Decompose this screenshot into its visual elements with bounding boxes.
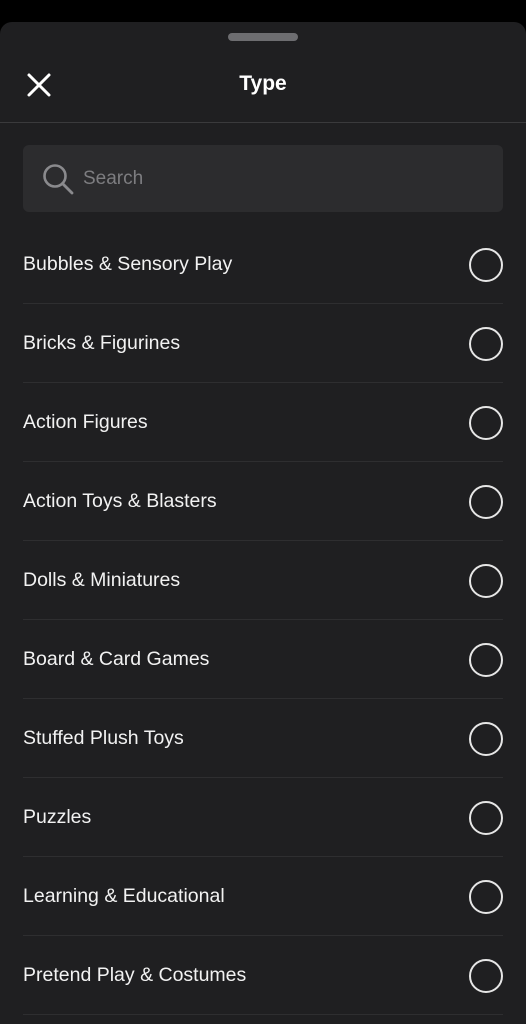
option-label: Puzzles: [23, 806, 92, 828]
option-label: Learning & Educational: [23, 885, 225, 907]
list-item[interactable]: Pretend Play & Costumes: [23, 936, 503, 1015]
list-item[interactable]: Stuffed Plush Toys: [23, 699, 503, 778]
radio-button[interactable]: [469, 406, 503, 440]
option-label: Action Figures: [23, 411, 148, 433]
search-icon: [43, 164, 74, 195]
radio-button[interactable]: [469, 959, 503, 993]
list-item[interactable]: Action Figures: [23, 383, 503, 462]
option-label: Stuffed Plush Toys: [23, 727, 184, 749]
drag-handle[interactable]: [228, 33, 298, 41]
option-label: Board & Card Games: [23, 648, 210, 670]
option-label: Bricks & Figurines: [23, 332, 181, 354]
type-options-list: Bubbles & Sensory Play Bricks & Figurine…: [23, 225, 503, 1015]
sheet-title: Type: [239, 72, 287, 95]
radio-button[interactable]: [469, 643, 503, 677]
list-item[interactable]: Action Toys & Blasters: [23, 462, 503, 541]
list-item[interactable]: Learning & Educational: [23, 857, 503, 936]
filter-sheet: Type Bubbles & Sensory Play Bricks & Fig…: [0, 22, 526, 1024]
radio-button[interactable]: [469, 485, 503, 519]
list-item[interactable]: Bricks & Figurines: [23, 304, 503, 383]
radio-button[interactable]: [469, 801, 503, 835]
list-item[interactable]: Dolls & Miniatures: [23, 541, 503, 620]
list-item[interactable]: Board & Card Games: [23, 620, 503, 699]
search-box[interactable]: [23, 145, 503, 212]
radio-button[interactable]: [469, 327, 503, 361]
search-input[interactable]: [83, 145, 483, 212]
option-label: Pretend Play & Costumes: [23, 964, 247, 986]
option-label: Action Toys & Blasters: [23, 490, 217, 512]
radio-button[interactable]: [469, 880, 503, 914]
list-item[interactable]: Puzzles: [23, 778, 503, 857]
option-label: Dolls & Miniatures: [23, 569, 181, 591]
sheet-header: Type: [0, 46, 526, 123]
option-label: Bubbles & Sensory Play: [23, 253, 233, 275]
list-item[interactable]: Bubbles & Sensory Play: [23, 225, 503, 304]
radio-button[interactable]: [469, 564, 503, 598]
radio-button[interactable]: [469, 722, 503, 756]
radio-button[interactable]: [469, 248, 503, 282]
